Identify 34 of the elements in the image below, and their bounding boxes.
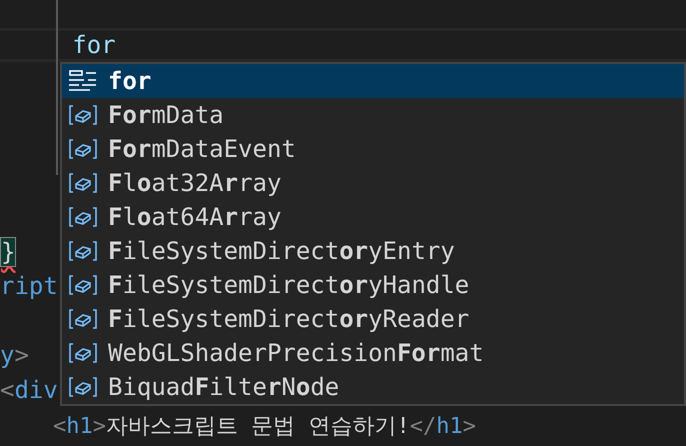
variable-icon [68,137,98,161]
suggestion-item[interactable]: FileSystemDirectoryHandle [62,268,684,302]
tag-name: h1 [436,414,463,439]
suggestion-item[interactable]: BiquadFilterNode [62,370,684,404]
suggestion-item[interactable]: FileSystemDirectoryEntry [62,234,684,268]
code-punctuation: > [462,414,476,439]
tag-name: ript [0,272,58,300]
code-punctuation: </ [410,414,436,439]
code-punctuation: < [52,414,66,439]
variable-icon [68,205,98,229]
variable-icon [68,341,98,365]
suggestion-item[interactable]: WebGLShaderPrecisionFormat [62,336,684,370]
suggestion-item[interactable]: FileSystemDirectoryReader [62,302,684,336]
code-punctuation: < [0,376,14,404]
variable-icon [68,273,98,297]
tag-name: h1 [66,414,93,439]
suggestion-item[interactable]: Float32Array [62,166,684,200]
code-punctuation: > [92,414,106,439]
suggestion-item[interactable]: Float64Array [62,200,684,234]
suggestion-item[interactable]: for [62,64,684,98]
code-text: 자바스크립트 문법 연습하기! [106,414,410,439]
suggestion-item[interactable]: FormData [62,98,684,132]
tag-name: div [14,376,58,404]
variable-icon [68,103,98,127]
variable-icon [68,375,98,399]
tag-name: y [0,341,14,369]
code-punctuation: > [14,341,29,369]
variable-icon [68,307,98,331]
variable-icon [68,239,98,263]
suggestion-item[interactable]: FormDataEvent [62,132,684,166]
keyword-icon [68,69,98,93]
matched-bracket: } [0,236,16,266]
code-text: for [71,30,116,58]
variable-icon [68,171,98,195]
